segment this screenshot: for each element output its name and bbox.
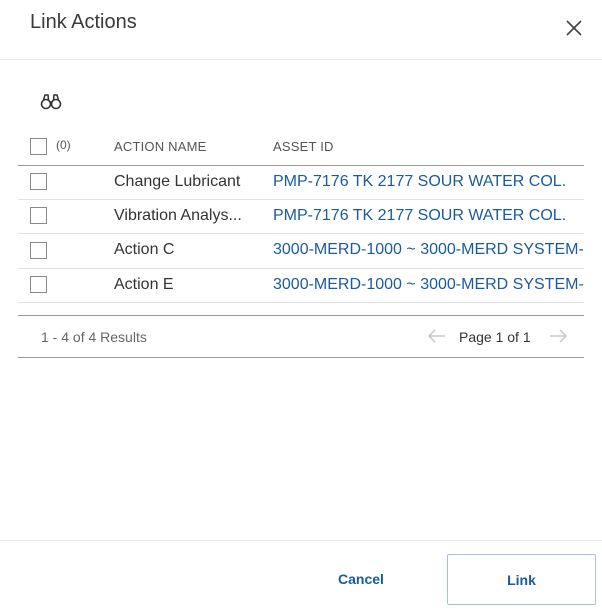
row-divider (18, 268, 584, 269)
pagination-top-divider (18, 315, 584, 316)
close-button[interactable] (564, 18, 584, 38)
header-divider (0, 59, 602, 60)
search-button[interactable] (40, 93, 62, 111)
cancel-button[interactable]: Cancel (320, 556, 402, 602)
link-button[interactable]: Link (447, 554, 596, 605)
action-name-cell: Action E (114, 276, 174, 293)
arrow-right-icon (550, 329, 567, 343)
column-header-action-name[interactable]: ACTION NAME (114, 139, 206, 154)
action-name-cell: Change Lubricant (114, 173, 241, 190)
pagination-bottom-divider (18, 357, 584, 358)
asset-id-link[interactable]: PMP-7176 TK 2177 SOUR WATER COL. (273, 173, 584, 191)
dialog-title: Link Actions (30, 11, 137, 33)
asset-id-link[interactable]: PMP-7176 TK 2177 SOUR WATER COL. (273, 207, 584, 225)
row-divider (18, 233, 584, 234)
asset-id-link[interactable]: 3000-MERD-1000 ~ 3000-MERD SYSTEM- (273, 241, 584, 259)
column-header-asset-id[interactable]: ASSET ID (273, 139, 334, 154)
footer-divider (0, 540, 602, 541)
next-page-button[interactable] (548, 328, 568, 344)
row-checkbox[interactable] (30, 276, 47, 293)
row-divider (18, 199, 584, 200)
binoculars-icon (40, 94, 62, 110)
row-checkbox[interactable] (30, 242, 47, 259)
selected-count: (0) (56, 138, 71, 152)
previous-page-button[interactable] (427, 328, 447, 344)
action-name-cell: Action C (114, 241, 175, 258)
row-checkbox[interactable] (30, 173, 47, 190)
table-header-divider (18, 165, 584, 166)
select-all-checkbox[interactable] (30, 138, 47, 155)
close-icon (566, 20, 582, 36)
arrow-left-icon (428, 329, 445, 343)
results-count: 1 - 4 of 4 Results (41, 329, 147, 345)
page-indicator: Page 1 of 1 (459, 329, 531, 345)
link-actions-dialog: Link Actions (0) ACTION NAME ASSET ID Ch… (0, 0, 602, 613)
action-name-cell: Vibration Analys... (114, 207, 242, 224)
asset-id-link[interactable]: 3000-MERD-1000 ~ 3000-MERD SYSTEM- (273, 276, 584, 294)
row-checkbox[interactable] (30, 207, 47, 224)
row-divider (18, 302, 584, 303)
